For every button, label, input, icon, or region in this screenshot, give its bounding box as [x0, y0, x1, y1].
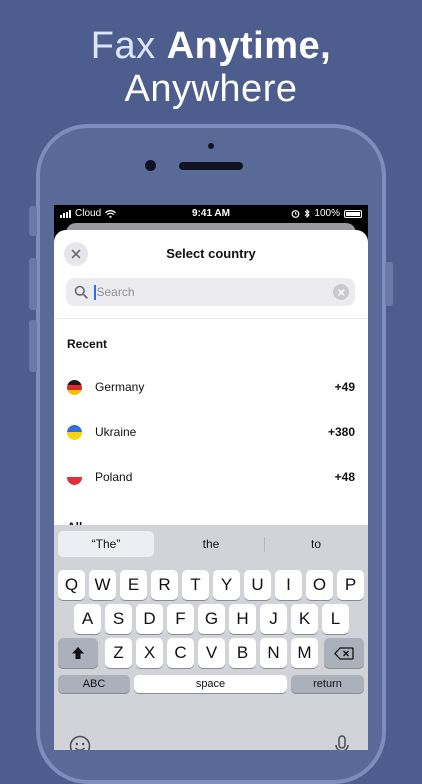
search-divider: [54, 318, 368, 319]
mute-switch: [29, 206, 37, 236]
suggestion-bar: “The” the to: [54, 525, 368, 565]
ukraine-flag-icon: [67, 424, 82, 440]
status-right: 100%: [291, 208, 362, 219]
front-camera: [145, 160, 156, 171]
search-icon: [74, 285, 88, 299]
bluetooth-icon: [305, 209, 311, 218]
abc-key[interactable]: ABC: [58, 675, 130, 693]
country-code: +380: [327, 425, 355, 439]
status-bar: Cloud 9:41 AM 100%: [54, 205, 368, 223]
space-key[interactable]: space: [134, 675, 287, 693]
key-j[interactable]: J: [260, 604, 287, 634]
key-x[interactable]: X: [136, 638, 163, 668]
clear-icon: [337, 288, 345, 296]
key-a[interactable]: A: [74, 604, 101, 634]
battery-percent: 100%: [314, 208, 340, 219]
delete-key[interactable]: [324, 638, 364, 668]
headline-bold-word: Anytime,: [166, 25, 332, 67]
headline-line-2: Anywhere: [124, 68, 298, 110]
key-f[interactable]: F: [167, 604, 194, 634]
key-p[interactable]: P: [337, 570, 364, 600]
emoji-icon[interactable]: [69, 735, 91, 750]
key-b[interactable]: B: [229, 638, 256, 668]
earpiece-speaker: [179, 162, 243, 170]
key-m[interactable]: M: [291, 638, 318, 668]
suggestion-2[interactable]: the: [158, 531, 264, 557]
key-s[interactable]: S: [105, 604, 132, 634]
sheet-title: Select country: [166, 246, 256, 261]
key-e[interactable]: E: [120, 570, 147, 600]
delete-backspace-icon: [334, 646, 354, 660]
alarm-icon: [292, 210, 300, 218]
section-recent: Recent: [67, 337, 108, 351]
shift-key[interactable]: [58, 638, 98, 668]
suggestion-3[interactable]: to: [266, 531, 366, 557]
germany-flag-icon: [67, 379, 82, 395]
headline-line-1: Fax Anytime,: [0, 22, 422, 70]
headline-light-word: Fax: [90, 25, 156, 67]
key-q[interactable]: Q: [58, 570, 85, 600]
suggestion-divider: [264, 537, 265, 552]
key-k[interactable]: K: [291, 604, 318, 634]
key-n[interactable]: N: [260, 638, 287, 668]
microphone-icon[interactable]: [334, 735, 350, 750]
suggestion-1[interactable]: “The”: [58, 531, 154, 557]
key-d[interactable]: D: [136, 604, 163, 634]
country-code: +49: [334, 380, 355, 394]
key-u[interactable]: U: [244, 570, 271, 600]
power-button: [385, 262, 393, 306]
key-g[interactable]: G: [198, 604, 225, 634]
shift-arrow-icon: [72, 647, 84, 659]
key-t[interactable]: T: [182, 570, 209, 600]
search-input[interactable]: [95, 285, 317, 299]
key-h[interactable]: H: [229, 604, 256, 634]
country-name: Poland: [95, 470, 133, 484]
proximity-sensor: [208, 143, 214, 149]
volume-up-button: [29, 258, 37, 310]
country-row-germany[interactable]: Germany +49: [67, 375, 355, 399]
country-name: Germany: [95, 380, 145, 394]
country-code: +48: [334, 470, 355, 484]
key-w[interactable]: W: [89, 570, 116, 600]
key-o[interactable]: O: [306, 570, 333, 600]
country-name: Ukraine: [95, 425, 137, 439]
key-v[interactable]: V: [198, 638, 225, 668]
country-row-ukraine[interactable]: Ukraine +380: [67, 420, 355, 444]
key-l[interactable]: L: [322, 604, 349, 634]
key-i[interactable]: I: [275, 570, 302, 600]
search-bar[interactable]: [66, 278, 355, 306]
key-r[interactable]: R: [151, 570, 178, 600]
key-y[interactable]: Y: [213, 570, 240, 600]
volume-down-button: [29, 320, 37, 372]
keyboard: “The” the to Q W E R T Y U I O P A S D F…: [54, 525, 368, 750]
key-z[interactable]: Z: [105, 638, 132, 668]
poland-flag-icon: [67, 469, 82, 485]
battery-icon: [344, 209, 362, 218]
key-c[interactable]: C: [167, 638, 194, 668]
phone-screen: Cloud 9:41 AM 100% Select country Recent: [54, 205, 368, 750]
country-row-poland[interactable]: Poland +48: [67, 465, 355, 489]
clear-search-button[interactable]: [333, 284, 349, 300]
return-key[interactable]: return: [291, 675, 364, 693]
